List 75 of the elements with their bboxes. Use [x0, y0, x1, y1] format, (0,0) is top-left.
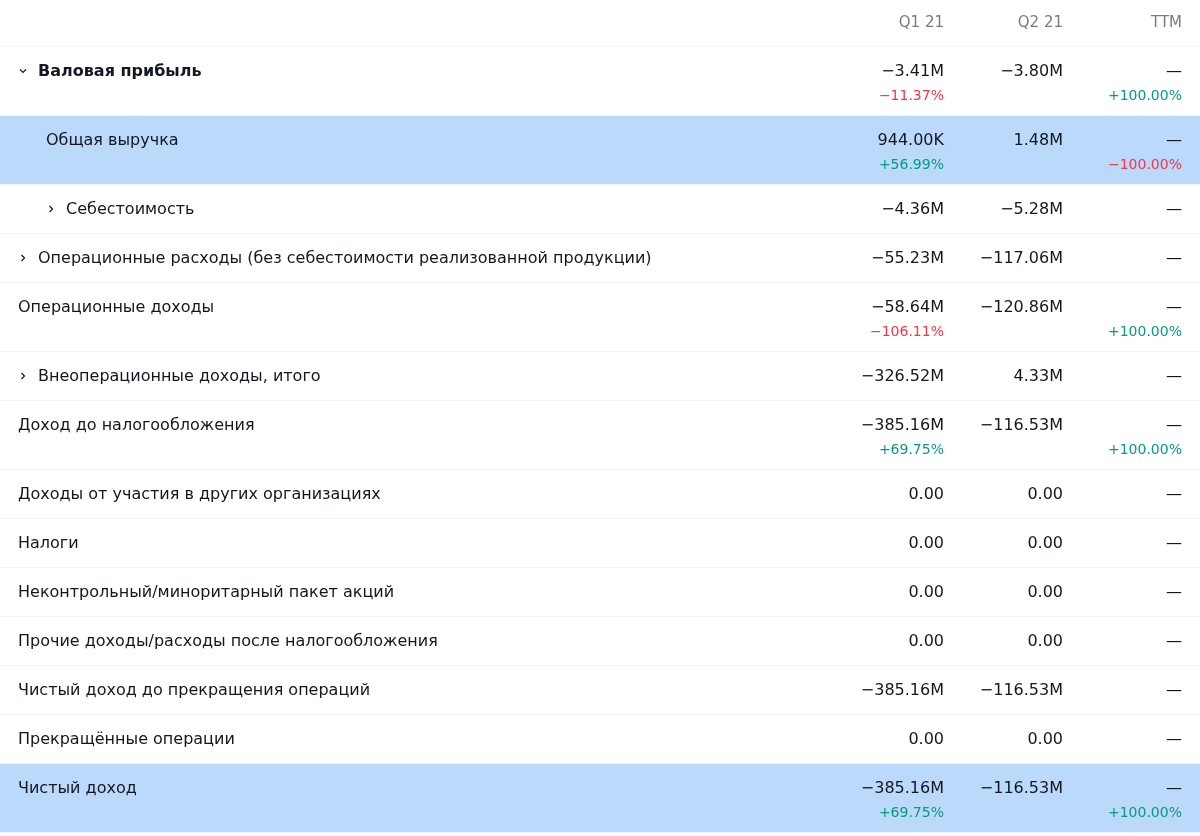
cell-value: —	[1166, 247, 1182, 269]
row-label: Операционные расходы (без себестоимости реализованной продукции)	[38, 247, 652, 269]
table-row[interactable]: Общая выручка 944.00K +56.99% 1.48M — −100.00%	[0, 116, 1200, 185]
cell-value: —	[1166, 414, 1182, 436]
row-label: Доход до налогообложения	[18, 414, 255, 436]
cell-value: —	[1166, 679, 1182, 701]
change-percent: +100.00%	[1107, 803, 1182, 822]
chevron-right-icon[interactable]	[18, 371, 28, 381]
cell-value: −326.52M	[860, 365, 944, 387]
row-label: Доходы от участия в других организациях	[18, 483, 381, 505]
row-label: Чистый доход	[18, 777, 137, 799]
row-label: Налоги	[18, 532, 79, 554]
cell-value: −55.23M	[871, 247, 944, 269]
cell-value: 4.33M	[1013, 365, 1063, 387]
row-label: Общая выручка	[46, 129, 179, 151]
change-percent: +69.75%	[878, 440, 944, 459]
cell-value: —	[1166, 198, 1182, 220]
change-percent: −100.00%	[1107, 155, 1182, 174]
cell-value: —	[1166, 129, 1182, 151]
cell-value: −120.86M	[979, 296, 1063, 318]
change-percent: −11.37%	[878, 86, 944, 105]
cell-value: —	[1166, 630, 1182, 652]
change-percent: +100.00%	[1107, 322, 1182, 341]
cell-value: —	[1166, 532, 1182, 554]
cell-value: 0.00	[908, 728, 944, 750]
change-percent: +100.00%	[1107, 440, 1182, 459]
cell-value: —	[1166, 728, 1182, 750]
column-header: Q1 21	[897, 12, 944, 33]
cell-value: 0.00	[1027, 483, 1063, 505]
row-label: Прочие доходы/расходы после налогообложения	[18, 630, 438, 652]
cell-value: 0.00	[1027, 581, 1063, 603]
change-percent: +100.00%	[1107, 86, 1182, 105]
cell-value: 0.00	[1027, 728, 1063, 750]
row-label: Неконтрольный/миноритарный пакет акций	[18, 581, 395, 603]
table-row[interactable]: Чистый доход −385.16M +69.75% −116.53M — +100.00%	[0, 764, 1200, 833]
cell-value: 0.00	[908, 483, 944, 505]
cell-value: 944.00K	[877, 129, 944, 151]
column-header: Q2 21	[1016, 12, 1063, 33]
row-label: Себестоимость	[66, 198, 195, 220]
chevron-right-icon[interactable]	[46, 204, 56, 214]
cell-value: 0.00	[908, 630, 944, 652]
cell-value: −116.53M	[979, 414, 1063, 436]
row-label: Чистый доход до прекращения операций	[18, 679, 371, 701]
cell-value: −385.16M	[860, 414, 944, 436]
row-label: Валовая прибыль	[38, 60, 202, 82]
change-percent: +69.75%	[878, 803, 944, 822]
cell-value: −385.16M	[860, 777, 944, 799]
cell-value: 0.00	[1027, 630, 1063, 652]
cell-value: −4.36M	[881, 198, 944, 220]
cell-value: —	[1166, 483, 1182, 505]
cell-value: —	[1166, 60, 1182, 82]
cell-value: −3.41M	[881, 60, 944, 82]
cell-value: −5.28M	[1000, 198, 1063, 220]
cell-value: 0.00	[908, 581, 944, 603]
cell-value: —	[1166, 365, 1182, 387]
cell-value: —	[1166, 581, 1182, 603]
cell-value: −58.64M	[871, 296, 944, 318]
cell-value: 0.00	[1027, 532, 1063, 554]
cell-value: −116.53M	[979, 679, 1063, 701]
change-percent: −106.11%	[869, 322, 944, 341]
cell-value: —	[1166, 296, 1182, 318]
change-percent: +56.99%	[878, 155, 944, 174]
cell-value: 1.48M	[1013, 129, 1063, 151]
cell-value: −116.53M	[979, 777, 1063, 799]
chevron-right-icon[interactable]	[18, 253, 28, 263]
cell-value: −385.16M	[860, 679, 944, 701]
row-label: Прекращённые операции	[18, 728, 235, 750]
cell-value: 0.00	[908, 532, 944, 554]
chevron-down-icon[interactable]	[18, 66, 28, 76]
row-label: Внеоперационные доходы, итого	[38, 365, 321, 387]
row-label: Операционные доходы	[18, 296, 215, 318]
cell-value: −3.80M	[1000, 60, 1063, 82]
cell-value: —	[1166, 777, 1182, 799]
column-header: TTM	[1150, 12, 1182, 33]
cell-value: −117.06M	[979, 247, 1063, 269]
